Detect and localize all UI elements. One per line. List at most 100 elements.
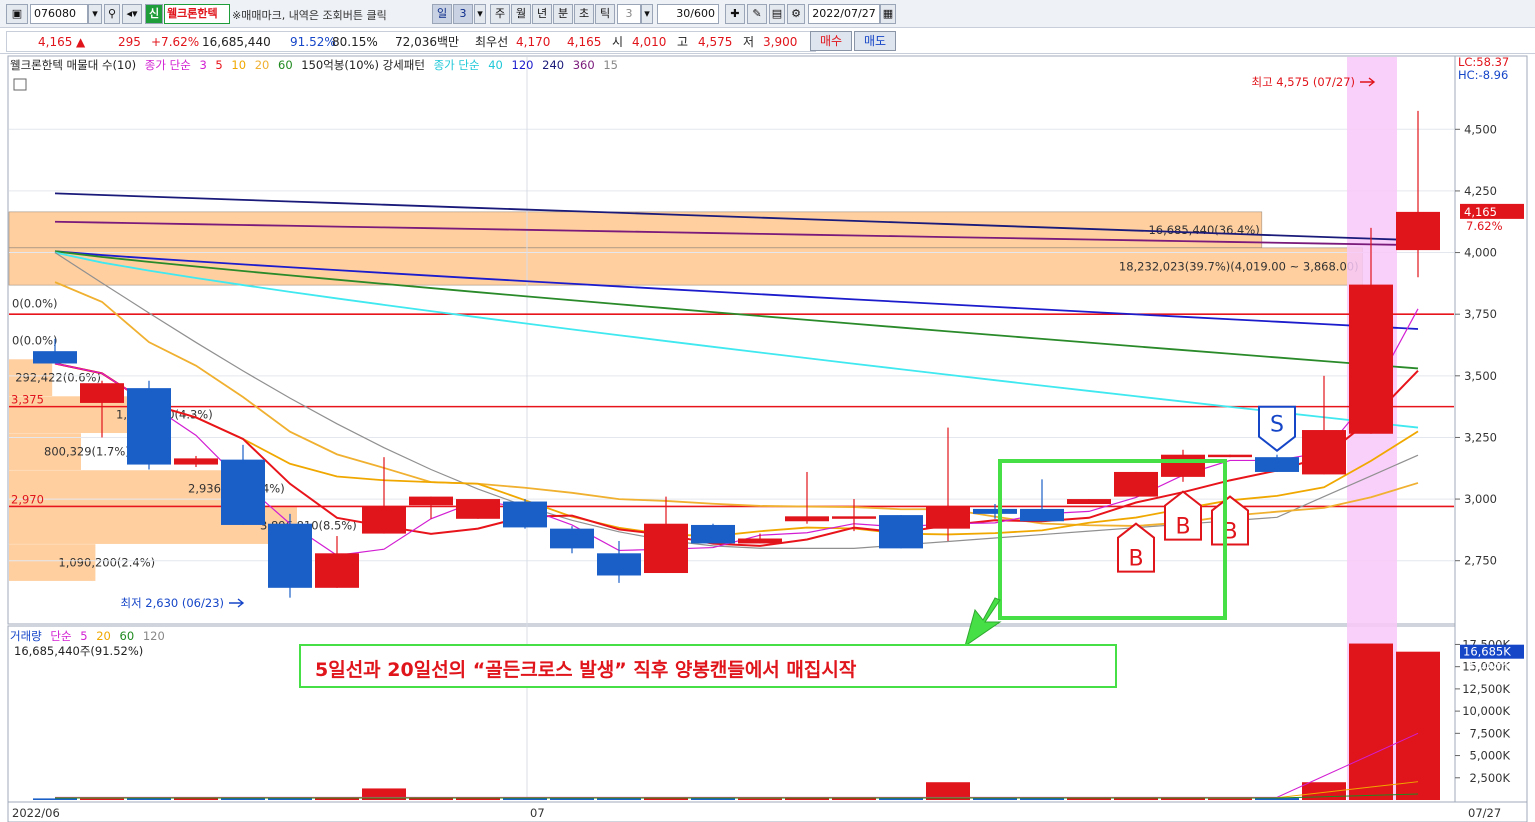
- candle-body: [80, 383, 124, 403]
- profile-label: 292,422(0.6%): [15, 371, 101, 385]
- panel-menu-icon[interactable]: [13, 78, 27, 91]
- candle-body: [644, 523, 688, 574]
- candle-body: [409, 496, 453, 506]
- change-value: 295: [118, 35, 141, 49]
- y-tick-label: 3,000: [1464, 492, 1497, 506]
- best-bid: 4,165: [567, 35, 602, 49]
- price-legend: 웰크론한텍 매물대 수(10) 종가 단순 3 5 10 20 60 150억봉…: [10, 57, 623, 73]
- up-arrow-icon: ▲: [76, 35, 86, 49]
- y-tick-label: 4,250: [1464, 184, 1497, 198]
- candle-body: [738, 538, 782, 544]
- legend-ma3[interactable]: 3: [199, 58, 206, 72]
- candle-body: [127, 388, 171, 465]
- legend-vol5[interactable]: 5: [80, 629, 87, 643]
- count-input[interactable]: 30/600: [657, 4, 719, 24]
- unit-input[interactable]: 3: [617, 4, 641, 24]
- candle-body: [1255, 457, 1299, 472]
- legend-ma60[interactable]: 60: [278, 58, 293, 72]
- x-axis-panel: [7, 801, 1528, 822]
- high-label: 고: [677, 35, 689, 49]
- secondary-percent: 80.15%: [332, 35, 378, 49]
- period-tab-minute[interactable]: 분: [553, 4, 573, 24]
- date-input[interactable]: 2022/07/27: [808, 4, 880, 24]
- legend-ma240[interactable]: 240: [542, 58, 564, 72]
- legend-vol20[interactable]: 20: [96, 629, 111, 643]
- legend-ma40[interactable]: 40: [488, 58, 503, 72]
- multiplier-dropdown-icon[interactable]: ▾: [474, 4, 486, 24]
- candle-body: [785, 516, 829, 522]
- legend-ma2-label[interactable]: 종가 단순: [434, 58, 480, 72]
- high-marker-label: 최고 4,575 (07/27): [1251, 75, 1355, 89]
- y-tick-label: 4,500: [1464, 122, 1497, 136]
- profile-label: 1,090,200(2.4%): [58, 556, 155, 570]
- period-tab-day[interactable]: 일: [432, 4, 452, 24]
- current-volume-pct: 91.52%: [1466, 658, 1510, 672]
- period-tab-second[interactable]: 초: [574, 4, 594, 24]
- legend-ma360[interactable]: 360: [573, 58, 595, 72]
- current-price: 4,165: [38, 35, 73, 49]
- legend-vol-ma-label[interactable]: 단순: [50, 629, 71, 643]
- y-tick-label: 3,750: [1464, 307, 1497, 321]
- gear-icon[interactable]: ⚙: [787, 4, 805, 24]
- best-ask: 4,170: [516, 35, 551, 49]
- candle-body: [456, 499, 500, 519]
- stock-code-input[interactable]: 076080: [30, 4, 88, 24]
- legend-ma120[interactable]: 120: [512, 58, 534, 72]
- volume-bar: [1208, 798, 1252, 800]
- candle-body: [879, 515, 923, 549]
- volume-bar: [33, 798, 77, 800]
- legend-vol60[interactable]: 60: [120, 629, 135, 643]
- volume-bar: [174, 798, 218, 800]
- candle-body: [691, 524, 735, 544]
- candle-body: [1208, 454, 1252, 458]
- candle-body: [221, 459, 265, 525]
- period-tab-multiplier[interactable]: 3: [453, 4, 473, 24]
- chart-toolbar: ▣ 076080 ▾ ⚲ ◂▾ 신 웰크론한텍 ※매매마크, 내역은 조회버튼 …: [0, 0, 1535, 28]
- legend-vol120[interactable]: 120: [143, 629, 165, 643]
- sound-icon[interactable]: ◂▾: [122, 4, 142, 24]
- profile-label: 0(0.0%): [12, 334, 58, 348]
- period-tab-year[interactable]: 년: [532, 4, 552, 24]
- profile-label: 18,232,023(39.7%)(4,019.00 ~ 3,868.00): [1119, 259, 1359, 273]
- period-tab-month[interactable]: 월: [511, 4, 531, 24]
- volume-ratio: 91.52%: [290, 35, 336, 49]
- legend-ma5[interactable]: 5: [215, 58, 222, 72]
- sell-button[interactable]: 매도: [854, 31, 896, 51]
- candle-body: [268, 523, 312, 588]
- calendar-icon[interactable]: ▦: [880, 4, 896, 24]
- y-tick-label: 2,750: [1464, 554, 1497, 568]
- legend-ma15[interactable]: 15: [603, 58, 618, 72]
- candle-body: [315, 553, 359, 588]
- open-label: 시: [612, 35, 624, 49]
- unit-dropdown-icon[interactable]: ▾: [641, 4, 653, 24]
- search-icon[interactable]: ⚲: [104, 4, 120, 24]
- open-price: 4,010: [632, 35, 667, 49]
- volume-bar: [80, 798, 124, 800]
- legend-ma10[interactable]: 10: [231, 58, 246, 72]
- period-tab-week[interactable]: 주: [490, 4, 510, 24]
- low-price: 3,900: [763, 35, 798, 49]
- volume-bar: [1396, 651, 1440, 800]
- candlestick-chart[interactable]: 16,685,440(36.4%)18,232,023(39.7%)(4,019…: [0, 54, 1535, 822]
- legend-ma-label[interactable]: 종가 단순: [145, 58, 191, 72]
- candle-body: [1020, 508, 1064, 522]
- change-percent: +7.62%: [151, 35, 200, 49]
- period-tab-tick[interactable]: 틱: [595, 4, 615, 24]
- zoom-icon[interactable]: ✚: [725, 4, 745, 24]
- draw-tool-icon[interactable]: ✎: [747, 4, 767, 24]
- volume-legend: 거래량 단순 5 20 60 120: [10, 628, 170, 644]
- volume-bar: [738, 798, 782, 800]
- legend-volume[interactable]: 거래량: [10, 629, 42, 643]
- legend-pattern[interactable]: 150억봉(10%) 강세패턴: [301, 58, 425, 72]
- buy-button[interactable]: 매수: [810, 31, 852, 51]
- legend-main[interactable]: 웰크론한텍 매물대 수(10): [10, 58, 136, 72]
- profile-label: 0(0.0%): [12, 297, 58, 311]
- x-label-end: 07/27: [1468, 806, 1501, 820]
- save-icon[interactable]: ▤: [769, 4, 785, 24]
- code-dropdown-icon[interactable]: ▾: [88, 4, 102, 24]
- notice-text: ※매매마크, 내역은 조회버튼 클릭: [232, 9, 387, 22]
- layout-icon[interactable]: ▣: [6, 4, 28, 24]
- legend-ma20[interactable]: 20: [255, 58, 270, 72]
- high-price: 4,575: [698, 35, 733, 49]
- new-badge: 신: [145, 4, 163, 24]
